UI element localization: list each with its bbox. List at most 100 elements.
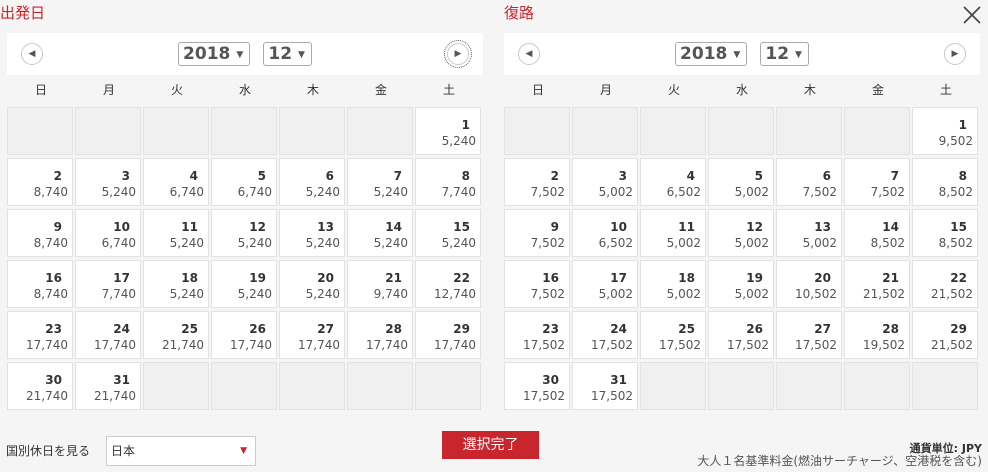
day-price: 6,740 <box>101 236 136 250</box>
day-number: 30 <box>542 373 559 387</box>
day-cell[interactable]: 24 17,502 <box>572 311 638 359</box>
day-cell[interactable]: 10 6,502 <box>572 209 638 257</box>
day-cell[interactable]: 13 5,240 <box>279 209 345 257</box>
day-number: 30 <box>45 373 62 387</box>
day-cell[interactable]: 30 17,502 <box>504 362 570 410</box>
day-price: 17,740 <box>94 338 136 352</box>
day-cell[interactable]: 29 21,502 <box>912 311 978 359</box>
day-number: 13 <box>814 220 831 234</box>
day-number: 2 <box>53 169 62 183</box>
day-cell[interactable]: 1 9,502 <box>912 107 978 155</box>
day-cell[interactable]: 28 19,502 <box>844 311 910 359</box>
day-cell[interactable]: 14 8,502 <box>844 209 910 257</box>
day-cell[interactable]: 21 9,740 <box>347 260 413 308</box>
day-cell[interactable]: 2 8,740 <box>7 158 73 206</box>
day-cell[interactable]: 23 17,502 <box>504 311 570 359</box>
day-cell[interactable]: 3 5,240 <box>75 158 141 206</box>
day-price: 5,240 <box>101 185 136 199</box>
day-cell[interactable]: 15 5,240 <box>415 209 481 257</box>
day-cell[interactable]: 25 17,502 <box>640 311 706 359</box>
day-cell[interactable]: 6 5,240 <box>279 158 345 206</box>
day-cell[interactable]: 19 5,002 <box>708 260 774 308</box>
year-select[interactable]: 2018 ▼ <box>675 42 748 66</box>
weekday-label: 土 <box>939 83 952 97</box>
day-price: 17,740 <box>366 338 408 352</box>
day-cell[interactable]: 10 6,740 <box>75 209 141 257</box>
day-cell[interactable]: 11 5,002 <box>640 209 706 257</box>
day-cell[interactable]: 11 5,240 <box>143 209 209 257</box>
day-cell[interactable]: 21 21,502 <box>844 260 910 308</box>
empty-cell <box>279 362 345 410</box>
day-cell[interactable]: 20 5,240 <box>279 260 345 308</box>
day-cell[interactable]: 5 6,740 <box>211 158 277 206</box>
next-month-button[interactable]: ▶ <box>944 43 966 65</box>
day-number: 1 <box>461 118 470 132</box>
day-cell[interactable]: 14 5,240 <box>347 209 413 257</box>
day-cell[interactable]: 12 5,240 <box>211 209 277 257</box>
empty-cell <box>279 107 345 155</box>
confirm-selection-button[interactable]: 選択完了 <box>442 431 539 459</box>
month-select[interactable]: 12 ▼ <box>760 42 809 66</box>
country-select[interactable]: 日本 ▼ <box>106 436 256 466</box>
day-cell[interactable]: 26 17,502 <box>708 311 774 359</box>
day-cell[interactable]: 23 17,740 <box>7 311 73 359</box>
day-cell[interactable]: 29 17,740 <box>415 311 481 359</box>
day-cell[interactable]: 22 12,740 <box>415 260 481 308</box>
day-price: 8,740 <box>33 185 68 199</box>
day-number: 10 <box>113 220 130 234</box>
day-cell[interactable]: 28 17,740 <box>347 311 413 359</box>
day-cell[interactable]: 1 5,240 <box>415 107 481 155</box>
day-cell[interactable]: 5 5,002 <box>708 158 774 206</box>
day-cell[interactable]: 9 8,740 <box>7 209 73 257</box>
day-cell[interactable]: 24 17,740 <box>75 311 141 359</box>
day-number: 17 <box>610 271 627 285</box>
day-cell[interactable]: 17 5,002 <box>572 260 638 308</box>
day-price: 7,502 <box>802 185 837 199</box>
day-cell[interactable]: 4 6,502 <box>640 158 706 206</box>
day-cell[interactable]: 15 8,502 <box>912 209 978 257</box>
day-cell[interactable]: 17 7,740 <box>75 260 141 308</box>
day-cell[interactable]: 3 5,002 <box>572 158 638 206</box>
next-month-button[interactable]: ▶ <box>444 40 472 68</box>
day-number: 31 <box>113 373 130 387</box>
day-cell[interactable]: 27 17,740 <box>279 311 345 359</box>
month-select[interactable]: 12 ▼ <box>263 42 312 66</box>
day-cell[interactable]: 8 7,740 <box>415 158 481 206</box>
day-cell[interactable]: 18 5,240 <box>143 260 209 308</box>
day-cell[interactable]: 19 5,240 <box>211 260 277 308</box>
day-cell[interactable]: 27 17,502 <box>776 311 842 359</box>
day-cell[interactable]: 22 21,502 <box>912 260 978 308</box>
day-number: 21 <box>882 271 899 285</box>
day-cell[interactable]: 12 5,002 <box>708 209 774 257</box>
day-cell[interactable]: 8 8,502 <box>912 158 978 206</box>
day-cell[interactable]: 16 8,740 <box>7 260 73 308</box>
day-cell[interactable]: 18 5,002 <box>640 260 706 308</box>
day-cell[interactable]: 16 7,502 <box>504 260 570 308</box>
day-cell[interactable]: 6 7,502 <box>776 158 842 206</box>
day-cell[interactable]: 9 7,502 <box>504 209 570 257</box>
day-number: 27 <box>814 322 831 336</box>
year-select[interactable]: 2018 ▼ <box>178 42 251 66</box>
fare-note: 大人１名基準料金(燃油サーチャージ、空港税を含む) <box>697 454 982 468</box>
day-cell[interactable]: 25 21,740 <box>143 311 209 359</box>
day-cell[interactable]: 4 6,740 <box>143 158 209 206</box>
day-price: 17,502 <box>727 338 769 352</box>
day-number: 15 <box>950 220 967 234</box>
day-cell[interactable]: 2 7,502 <box>504 158 570 206</box>
day-cell[interactable]: 13 5,002 <box>776 209 842 257</box>
day-cell[interactable]: 26 17,740 <box>211 311 277 359</box>
day-cell[interactable]: 31 17,502 <box>572 362 638 410</box>
day-number: 31 <box>610 373 627 387</box>
empty-cell <box>211 362 277 410</box>
calendar-grid: 1 9,502 2 7,502 3 5,002 4 6,502 5 5,002 6 7,502 7 7,5… <box>504 107 980 410</box>
day-cell[interactable]: 31 21,740 <box>75 362 141 410</box>
day-price: 6,502 <box>598 236 633 250</box>
day-cell[interactable]: 7 5,240 <box>347 158 413 206</box>
day-cell[interactable]: 30 21,740 <box>7 362 73 410</box>
day-cell[interactable]: 20 10,502 <box>776 260 842 308</box>
day-price: 17,502 <box>591 389 633 403</box>
day-price: 7,740 <box>441 185 476 199</box>
day-number: 8 <box>958 169 967 183</box>
empty-cell <box>912 362 978 410</box>
day-cell[interactable]: 7 7,502 <box>844 158 910 206</box>
